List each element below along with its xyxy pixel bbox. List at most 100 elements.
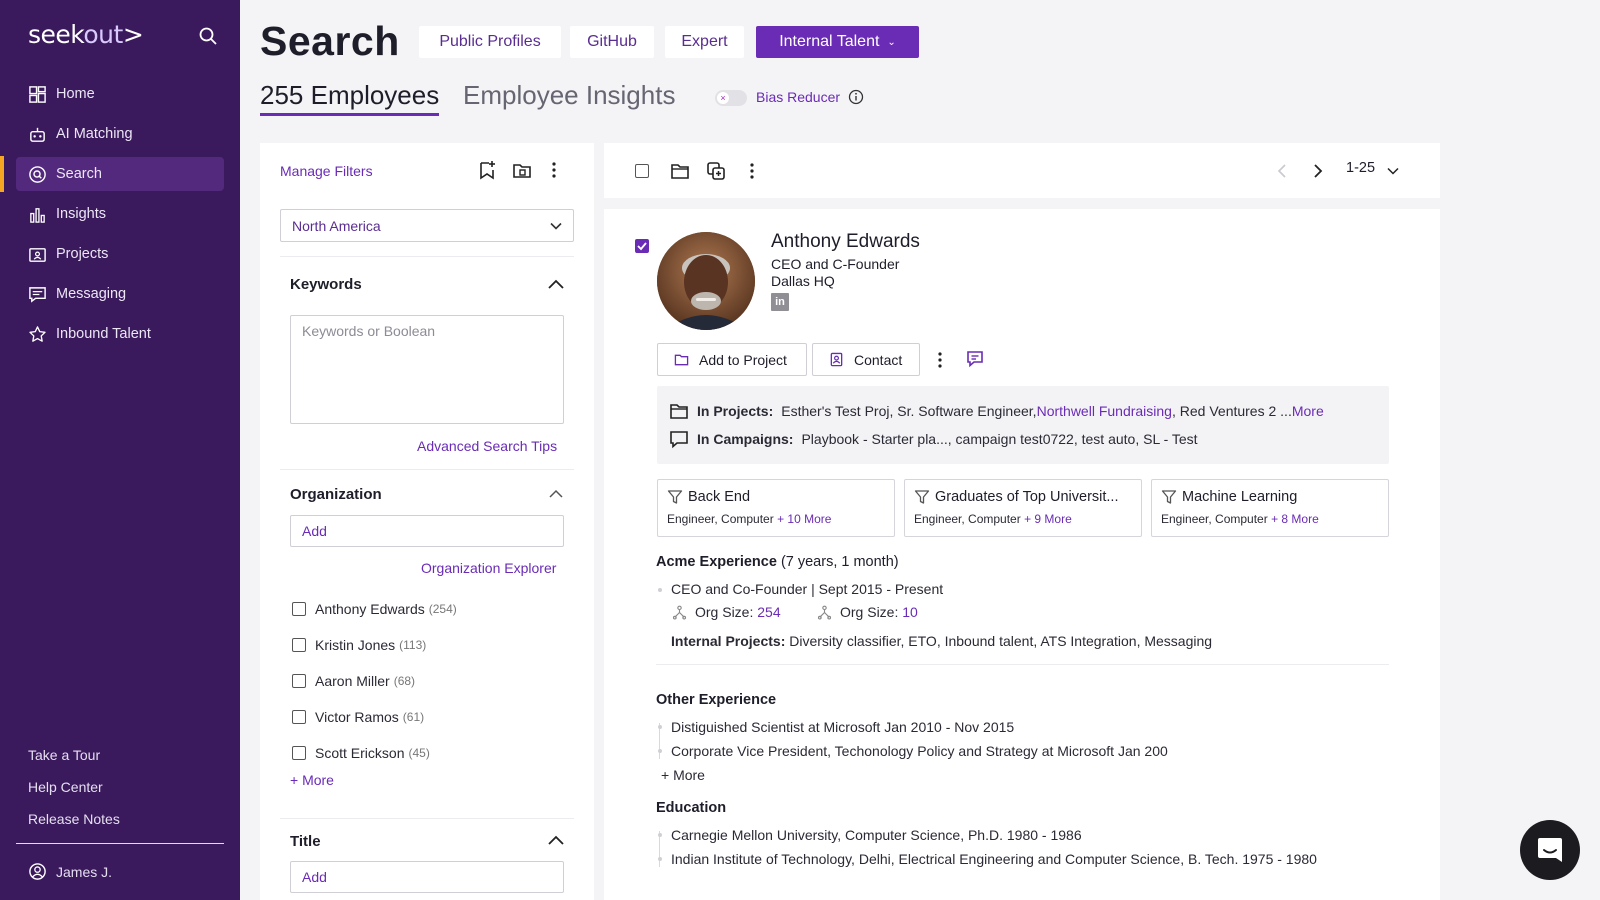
bookmark-add-icon[interactable] bbox=[477, 160, 497, 180]
advanced-search-tips-link[interactable]: Advanced Search Tips bbox=[417, 438, 557, 454]
take-a-tour-link[interactable]: Take a Tour bbox=[28, 747, 100, 763]
checkbox[interactable] bbox=[292, 638, 306, 652]
avatar[interactable] bbox=[657, 232, 755, 330]
chat-icon bbox=[1538, 838, 1562, 862]
org-size-value[interactable]: 254 bbox=[757, 604, 780, 620]
title-add-input[interactable]: Add bbox=[290, 861, 564, 893]
tab-internal-talent[interactable]: Internal Talent ⌄ bbox=[756, 26, 919, 58]
page-range[interactable]: 1-25 bbox=[1346, 160, 1375, 176]
profile-location: Dallas HQ bbox=[771, 273, 835, 289]
seekout-logo[interactable]: seekout> bbox=[28, 20, 144, 49]
user-name: James J. bbox=[56, 863, 113, 880]
org-tree-icon bbox=[672, 605, 687, 620]
chevron-right-icon[interactable] bbox=[1308, 161, 1328, 181]
experience-more-link[interactable]: + More bbox=[661, 767, 705, 783]
chevron-down-icon[interactable] bbox=[1386, 164, 1400, 178]
sidebar-item-insights[interactable]: Insights bbox=[16, 197, 224, 231]
linkedin-icon[interactable]: in bbox=[771, 293, 789, 311]
organization-add-input[interactable]: Add bbox=[290, 515, 564, 547]
sidebar-item-search[interactable]: Search bbox=[16, 157, 224, 191]
manage-filters-link[interactable]: Manage Filters bbox=[280, 163, 373, 179]
org-option-count: (254) bbox=[428, 602, 457, 616]
title-filter-title: Title bbox=[290, 833, 321, 850]
filter-panel: Manage Filters North America Keywords Ke… bbox=[260, 143, 594, 900]
active-nav-marker bbox=[0, 156, 4, 192]
tab-public-profiles[interactable]: Public Profiles bbox=[419, 26, 561, 58]
profile-name[interactable]: Anthony Edwards bbox=[771, 231, 920, 253]
folder-icon[interactable] bbox=[670, 161, 690, 181]
check-icon bbox=[637, 242, 647, 251]
region-select[interactable]: North America bbox=[280, 209, 574, 242]
select-all-checkbox[interactable] bbox=[635, 164, 649, 178]
sidebar-item-messaging[interactable]: Messaging bbox=[16, 277, 224, 311]
chevron-left-icon[interactable] bbox=[1272, 161, 1292, 181]
organization-explorer-link[interactable]: Organization Explorer bbox=[421, 560, 556, 576]
info-icon[interactable] bbox=[848, 89, 864, 105]
profile-checkbox[interactable] bbox=[635, 239, 649, 253]
org-option[interactable]: Anthony Edwards (254) bbox=[292, 601, 457, 617]
sidebar-item-label: Home bbox=[56, 86, 95, 102]
star-icon bbox=[29, 325, 46, 342]
project-link[interactable]: Northwell Fundraising bbox=[1037, 403, 1172, 419]
sidebar-item-projects[interactable]: Projects bbox=[16, 237, 224, 271]
checkbox[interactable] bbox=[292, 602, 306, 616]
checkbox[interactable] bbox=[292, 674, 306, 688]
more-options-icon[interactable] bbox=[742, 161, 762, 181]
sidebar-item-label: Messaging bbox=[56, 286, 127, 302]
folder-save-icon[interactable] bbox=[512, 160, 532, 180]
projects-more-link[interactable]: More bbox=[1292, 403, 1324, 419]
tab-github[interactable]: GitHub bbox=[570, 26, 654, 58]
acme-role: CEO and Co-Founder | Sept 2015 - Present bbox=[671, 581, 944, 597]
sidebar-item-home[interactable]: Home bbox=[16, 77, 224, 111]
chevron-up-icon[interactable] bbox=[547, 276, 565, 294]
add-to-project-button[interactable]: Add to Project bbox=[657, 343, 807, 376]
user-menu[interactable]: James J. bbox=[28, 862, 112, 881]
in-projects-tail: , Red Ventures 2 ... bbox=[1171, 403, 1292, 419]
skill-chip[interactable]: Graduates of Top Universit... Engineer, … bbox=[904, 479, 1142, 537]
checkbox[interactable] bbox=[292, 746, 306, 760]
tab-employees[interactable]: 255 Employees bbox=[260, 80, 440, 116]
organization-more-link[interactable]: + More bbox=[290, 772, 334, 788]
org-size-value[interactable]: 10 bbox=[902, 604, 918, 620]
folder-user-icon bbox=[29, 247, 46, 262]
copy-add-icon[interactable] bbox=[706, 161, 726, 181]
sidebar-item-inbound-talent[interactable]: Inbound Talent bbox=[16, 317, 224, 351]
region-select-value: North America bbox=[292, 218, 381, 234]
chevron-up-icon[interactable] bbox=[547, 832, 565, 850]
avatar-portrait bbox=[657, 232, 755, 330]
checkbox[interactable] bbox=[292, 710, 306, 724]
toggle-knob: × bbox=[717, 92, 729, 104]
comment-icon[interactable] bbox=[965, 349, 985, 369]
chevron-up-icon[interactable] bbox=[547, 485, 565, 503]
support-chat-button[interactable] bbox=[1520, 820, 1580, 880]
org-option[interactable]: Scott Erickson (45) bbox=[292, 745, 430, 761]
in-campaigns-label: In Campaigns: bbox=[697, 431, 794, 447]
org-option[interactable]: Victor Ramos (61) bbox=[292, 709, 424, 725]
release-notes-link[interactable]: Release Notes bbox=[28, 811, 120, 827]
in-projects-row: In Projects: Esther's Test Proj, Sr. Sof… bbox=[669, 401, 1324, 421]
more-options-icon[interactable] bbox=[937, 350, 943, 370]
experience-item: Distiguished Scientist at Microsoft Jan … bbox=[671, 719, 1015, 735]
bullet bbox=[658, 725, 662, 729]
skill-chip[interactable]: Back End Engineer, Computer + 10 More bbox=[657, 479, 895, 537]
folder-icon bbox=[670, 404, 688, 419]
skill-chip[interactable]: Machine Learning Engineer, Computer + 8 … bbox=[1151, 479, 1389, 537]
search-icon[interactable] bbox=[198, 26, 218, 46]
bias-reducer-label[interactable]: Bias Reducer bbox=[756, 89, 840, 105]
org-option[interactable]: Aaron Miller (68) bbox=[292, 673, 415, 689]
keywords-title: Keywords bbox=[290, 276, 362, 293]
keywords-input[interactable]: Keywords or Boolean bbox=[290, 315, 564, 424]
org-option-count: (113) bbox=[399, 638, 427, 652]
more-options-icon[interactable] bbox=[544, 160, 564, 180]
in-projects-label: In Projects: bbox=[697, 403, 774, 419]
sidebar-item-ai-matching[interactable]: AI Matching bbox=[16, 117, 224, 151]
contact-button[interactable]: Contact bbox=[812, 343, 920, 376]
bullet bbox=[658, 833, 662, 837]
org-option[interactable]: Kristin Jones (113) bbox=[292, 637, 426, 653]
tab-expert[interactable]: Expert bbox=[665, 26, 744, 58]
help-center-link[interactable]: Help Center bbox=[28, 779, 103, 795]
sidebar-item-label: Inbound Talent bbox=[56, 326, 151, 342]
bias-reducer-toggle[interactable]: × bbox=[715, 90, 747, 106]
chevron-down-icon bbox=[550, 222, 562, 230]
tab-employee-insights[interactable]: Employee Insights bbox=[463, 80, 675, 111]
